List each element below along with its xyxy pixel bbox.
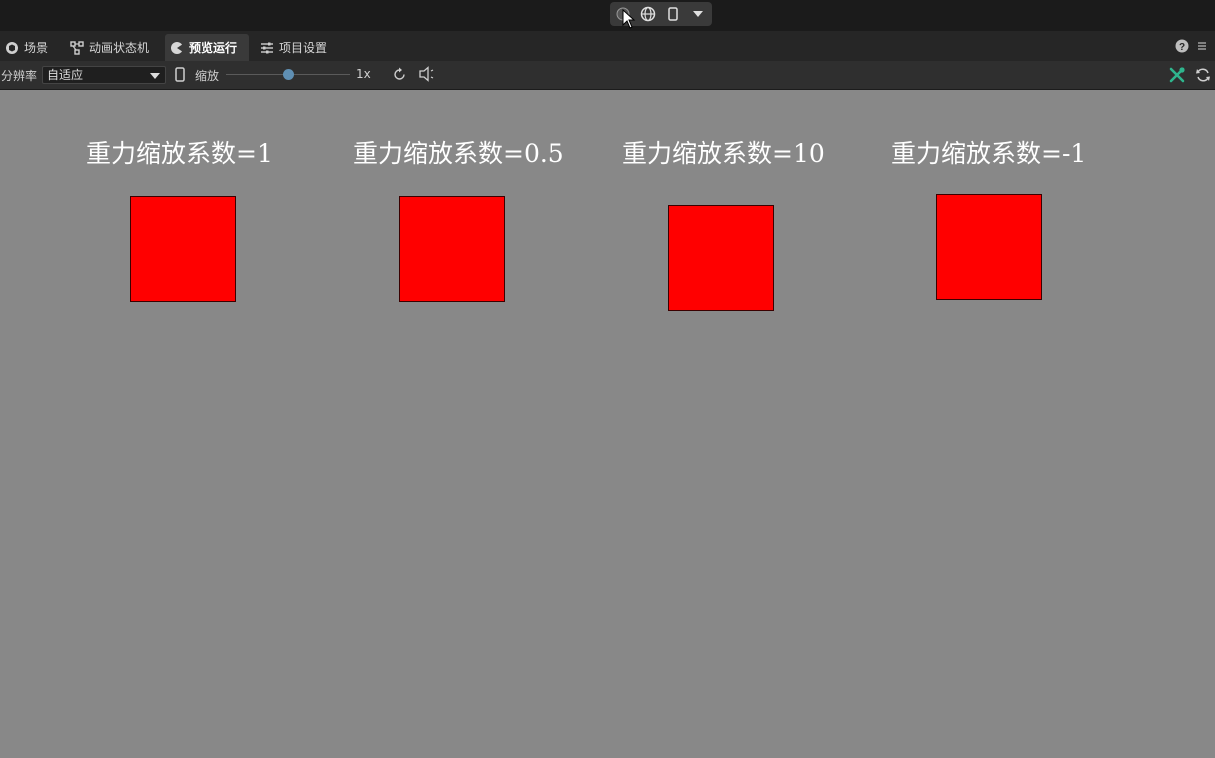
zoom-value: 1x	[356, 67, 371, 81]
red-box-4	[936, 194, 1042, 300]
menu-icon[interactable]	[1197, 41, 1207, 51]
dropdown-icon[interactable]	[685, 2, 710, 26]
resolution-select[interactable]: 自适应	[42, 66, 166, 84]
mouse-cursor-icon	[622, 9, 636, 29]
gravity-scale-label-4: 重力缩放系数=-1	[891, 139, 1087, 168]
chevron-down-icon	[150, 73, 160, 79]
help-icon[interactable]: ?	[1175, 39, 1189, 53]
state-machine-icon	[70, 40, 84, 55]
scene-icon	[5, 41, 19, 55]
phone-icon[interactable]	[660, 2, 685, 26]
tab-label: 预览运行	[189, 41, 238, 55]
tab-preview[interactable]: 预览运行	[165, 34, 249, 61]
zoom-label: 缩放	[195, 69, 220, 83]
gravity-scale-label-2: 重力缩放系数=0.5	[353, 139, 564, 168]
tab-scene[interactable]: 场景	[0, 34, 60, 61]
tab-label: 动画状态机	[89, 41, 150, 55]
tab-label: 场景	[24, 41, 49, 55]
tab-state-machine[interactable]: 动画状态机	[65, 34, 161, 61]
gravity-scale-label-3: 重力缩放系数=10	[622, 139, 825, 168]
reload-icon[interactable]	[1195, 67, 1211, 83]
phone-rotate-icon[interactable]	[175, 67, 185, 82]
red-box-3	[668, 205, 774, 311]
zoom-slider-handle[interactable]	[282, 69, 294, 80]
resolution-label: 分辨率	[1, 69, 38, 83]
tab-project-settings[interactable]: 项目设置	[255, 34, 339, 61]
globe-icon[interactable]	[635, 2, 660, 26]
red-box-1	[130, 196, 236, 302]
gravity-scale-label-1: 重力缩放系数=1	[86, 139, 273, 168]
settings-icon	[260, 41, 274, 55]
preview-icon	[170, 41, 184, 55]
svg-text:?: ?	[1179, 42, 1185, 53]
preview-viewport[interactable]: 重力缩放系数=1 重力缩放系数=0.5 重力缩放系数=10 重力缩放系数=-1	[0, 90, 1215, 758]
top-toolbar	[0, 0, 1215, 31]
preview-options-bar: 分辨率 自适应 缩放 1x	[0, 61, 1215, 90]
refresh-icon[interactable]	[392, 67, 407, 82]
red-box-2	[399, 196, 505, 302]
speaker-icon[interactable]	[418, 66, 436, 82]
tools-icon[interactable]	[1168, 66, 1186, 84]
tab-bar: 场景 动画状态机 预览运行 项目设置	[0, 31, 1215, 61]
tab-label: 项目设置	[279, 41, 328, 55]
resolution-value: 自适应	[47, 68, 84, 82]
